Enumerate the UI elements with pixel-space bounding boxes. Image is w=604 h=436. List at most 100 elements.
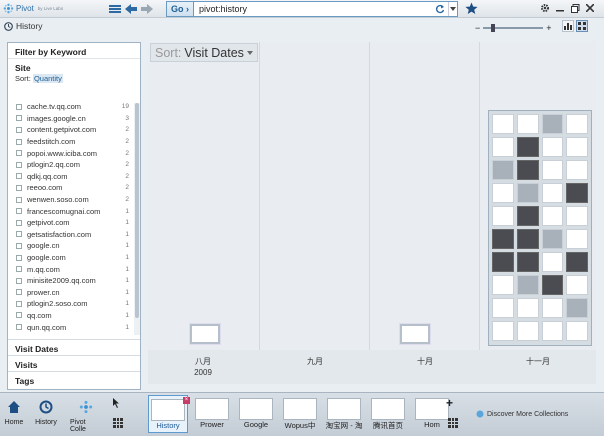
history-button[interactable]: History	[32, 395, 60, 433]
site-checkbox[interactable]	[16, 115, 22, 122]
collection-item-thumbnail[interactable]	[541, 183, 564, 203]
facet-visits[interactable]: Visits	[8, 355, 140, 371]
site-filter-item[interactable]: cache.tv.qq.com 19	[8, 101, 140, 113]
forward-button[interactable]	[140, 2, 153, 15]
filter-keyword-header[interactable]: Filter by Keyword	[8, 43, 140, 59]
collection-item-thumbnail[interactable]	[516, 321, 539, 341]
site-filter-item[interactable]: wenwen.soso.com 2	[8, 194, 140, 206]
refresh-button[interactable]	[434, 3, 446, 15]
site-checkbox[interactable]	[16, 138, 22, 145]
collection-item-thumbnail[interactable]	[492, 275, 514, 295]
close-button[interactable]	[585, 2, 595, 14]
collection-item-thumbnail[interactable]	[566, 183, 588, 203]
site-filter-item[interactable]: qun.qq.com 1	[8, 321, 140, 333]
collection-item-thumbnail[interactable]	[516, 298, 539, 318]
graph-view-button[interactable]	[562, 20, 574, 32]
grid-view-button[interactable]	[576, 20, 588, 32]
collection-item[interactable]	[190, 324, 220, 344]
site-sort-dropdown[interactable]: Quantity	[32, 74, 63, 83]
history-list-button[interactable]	[108, 2, 121, 15]
site-filter-item[interactable]: francescomugnai.com 1	[8, 205, 140, 217]
collection-item-thumbnail[interactable]	[541, 114, 564, 134]
zoom-slider[interactable]: − +	[475, 23, 552, 33]
site-filter-item[interactable]: reeoo.com 2	[8, 182, 140, 194]
site-checkbox[interactable]	[16, 150, 22, 157]
home-button[interactable]: Home	[0, 395, 28, 433]
address-dropdown[interactable]	[448, 2, 457, 16]
site-checkbox[interactable]	[16, 300, 22, 307]
collection-item-thumbnail[interactable]	[492, 114, 514, 134]
collection-item-thumbnail[interactable]	[566, 114, 588, 134]
zoom-track[interactable]	[483, 24, 544, 32]
minimize-button[interactable]	[555, 2, 565, 14]
zoom-out-icon[interactable]: −	[475, 23, 480, 33]
date-column-oct[interactable]	[370, 42, 480, 350]
collection-item-thumbnail[interactable]	[566, 252, 588, 272]
site-checkbox[interactable]	[16, 324, 22, 331]
collection-item-thumbnail[interactable]	[492, 183, 514, 203]
collection-item-thumbnail[interactable]	[566, 229, 588, 249]
site-filter-item[interactable]: ptlogin2.soso.com 1	[8, 298, 140, 310]
site-filter-item[interactable]: images.google.cn 3	[8, 113, 140, 125]
collection-item-thumbnail[interactable]	[492, 229, 514, 249]
site-checkbox[interactable]	[16, 231, 22, 238]
tab-item[interactable]: 淘宝网 - 淘	[324, 395, 364, 433]
collection-item-thumbnail[interactable]	[541, 252, 564, 272]
site-checkbox[interactable]	[16, 254, 22, 261]
site-checkbox[interactable]	[16, 242, 22, 249]
site-filter-item[interactable]: feedstitch.com 2	[8, 136, 140, 148]
tab-item[interactable]: Google	[236, 395, 276, 433]
site-filter-item[interactable]: ptlogin2.qq.com 2	[8, 159, 140, 171]
collection-item-thumbnail[interactable]	[566, 298, 588, 318]
facet-tags[interactable]: Tags	[8, 371, 140, 387]
facet-visit-dates[interactable]: Visit Dates	[8, 339, 140, 355]
site-filter-item[interactable]: popoi.www.iciba.com 2	[8, 147, 140, 159]
collection-item-thumbnail[interactable]	[492, 298, 514, 318]
site-checkbox[interactable]	[16, 289, 22, 296]
site-filter-item[interactable]: google.com 1	[8, 252, 140, 264]
collection-item-thumbnail[interactable]	[516, 252, 539, 272]
sort-dropdown[interactable]: Sort: Visit Dates	[150, 43, 258, 62]
date-column-aug[interactable]	[148, 42, 260, 350]
site-checkbox[interactable]	[16, 103, 22, 110]
collection-item-thumbnail[interactable]	[516, 137, 539, 157]
collection-item-thumbnail[interactable]	[541, 275, 564, 295]
scrollbar-thumb[interactable]	[135, 103, 139, 318]
collection-item-thumbnail[interactable]	[566, 160, 588, 180]
site-filter-item[interactable]: getpivot.com 1	[8, 217, 140, 229]
site-facet-header[interactable]: Site	[8, 59, 140, 74]
collection-item-thumbnail[interactable]	[516, 160, 539, 180]
collection-item-stack[interactable]	[488, 110, 592, 346]
pivot-collections-button[interactable]: Pivot Colle	[70, 395, 102, 433]
site-checkbox[interactable]	[16, 277, 22, 284]
collection-item-thumbnail[interactable]	[566, 137, 588, 157]
collection-item-thumbnail[interactable]	[516, 183, 539, 203]
address-input[interactable]: pivot:history	[194, 4, 434, 14]
site-filter-item[interactable]: getsatisfaction.com 1	[8, 229, 140, 241]
collection-item-thumbnail[interactable]	[541, 321, 564, 341]
collection-item-thumbnail[interactable]	[541, 229, 564, 249]
collection-item-thumbnail[interactable]	[492, 321, 514, 341]
site-filter-item[interactable]: google.cn 1	[8, 240, 140, 252]
restore-button[interactable]	[570, 2, 580, 14]
collection-item-thumbnail[interactable]	[492, 137, 514, 157]
favorite-button[interactable]	[465, 2, 478, 15]
collection-item-thumbnail[interactable]	[516, 114, 539, 134]
collection-item-thumbnail[interactable]	[566, 275, 588, 295]
date-column-sep[interactable]	[260, 42, 370, 350]
collection-item-thumbnail[interactable]	[566, 321, 588, 341]
site-checkbox[interactable]	[16, 161, 22, 168]
new-tab-button[interactable]: +	[446, 396, 453, 410]
tab-item[interactable]: History ×	[148, 395, 190, 433]
site-filter-item[interactable]: qdkj.qq.com 2	[8, 171, 140, 183]
site-checkbox[interactable]	[16, 266, 22, 273]
collection-item-thumbnail[interactable]	[492, 252, 514, 272]
discover-collections-link[interactable]: Discover More Collections	[476, 410, 568, 418]
close-tab-icon[interactable]: ×	[183, 397, 190, 404]
settings-button[interactable]	[540, 2, 550, 14]
tab-overview-icon[interactable]	[448, 418, 458, 428]
tab-item[interactable]: Prower	[192, 395, 232, 433]
collection-item-thumbnail[interactable]	[492, 160, 514, 180]
site-filter-item[interactable]: qq.com 1	[8, 310, 140, 322]
site-list-scrollbar[interactable]	[134, 103, 140, 335]
